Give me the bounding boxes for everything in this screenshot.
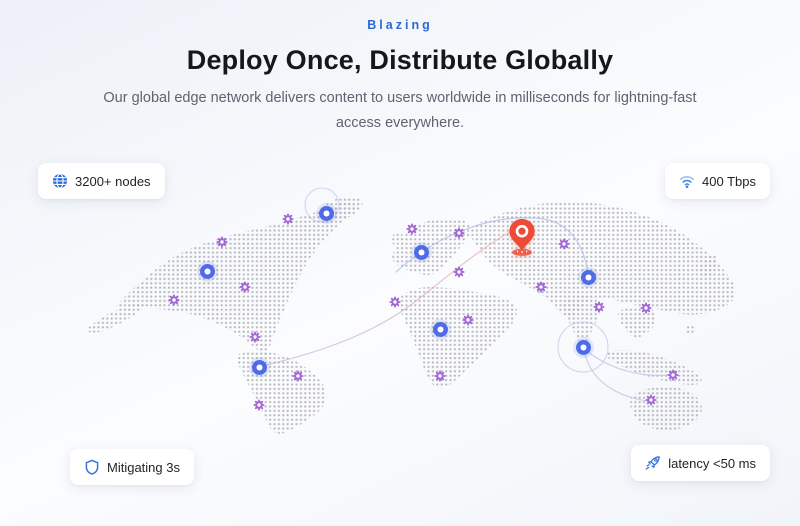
edge-node-marker bbox=[433, 322, 448, 337]
stat-badge-label: 3200+ nodes bbox=[75, 174, 151, 189]
pop-gear-marker bbox=[645, 394, 657, 406]
stat-badge-bandwidth: 400 Tbps bbox=[665, 163, 770, 199]
pop-gear-marker bbox=[593, 301, 605, 313]
stat-badge-nodes: 3200+ nodes bbox=[38, 163, 165, 199]
shield-icon bbox=[84, 459, 100, 475]
pop-gear-marker bbox=[535, 281, 547, 293]
edge-node-marker bbox=[200, 264, 215, 279]
pop-gear-marker bbox=[434, 370, 446, 382]
stat-badge-latency: latency <50 ms bbox=[631, 445, 770, 481]
pop-gear-marker bbox=[168, 294, 180, 306]
eyebrow-label: Blazing bbox=[0, 18, 800, 32]
edge-node-marker bbox=[414, 245, 429, 260]
globe-icon bbox=[52, 173, 68, 189]
edge-node-marker bbox=[319, 206, 334, 221]
pop-gear-marker bbox=[292, 370, 304, 382]
hero-section: Blazing Deploy Once, Distribute Globally… bbox=[0, 0, 800, 526]
pop-gear-marker bbox=[640, 302, 652, 314]
pop-gear-marker bbox=[453, 227, 465, 239]
wifi-icon bbox=[679, 173, 695, 189]
pop-gear-marker bbox=[558, 238, 570, 250]
pop-gear-marker bbox=[216, 236, 228, 248]
pop-gear-marker bbox=[667, 369, 679, 381]
pop-gear-marker bbox=[462, 314, 474, 326]
page-subtitle: Our global edge network delivers content… bbox=[88, 86, 713, 137]
pop-gear-marker bbox=[239, 281, 251, 293]
rocket-icon bbox=[645, 455, 661, 471]
edge-node-marker bbox=[581, 270, 596, 285]
pop-gear-marker bbox=[249, 331, 261, 343]
stat-badge-label: latency <50 ms bbox=[668, 456, 756, 471]
pop-gear-marker bbox=[282, 213, 294, 225]
edge-node-marker bbox=[576, 340, 591, 355]
pop-gear-marker bbox=[253, 399, 265, 411]
stat-badge-label: Mitigating 3s bbox=[107, 460, 180, 475]
pop-gear-marker bbox=[406, 223, 418, 235]
location-pin bbox=[504, 216, 540, 258]
pop-gear-marker bbox=[389, 296, 401, 308]
pop-gear-marker bbox=[453, 266, 465, 278]
stat-badge-label: 400 Tbps bbox=[702, 174, 756, 189]
hero-header: Blazing Deploy Once, Distribute Globally… bbox=[0, 18, 800, 137]
page-title: Deploy Once, Distribute Globally bbox=[0, 45, 800, 76]
stat-badge-mitigation: Mitigating 3s bbox=[70, 449, 194, 485]
edge-node-marker bbox=[252, 360, 267, 375]
